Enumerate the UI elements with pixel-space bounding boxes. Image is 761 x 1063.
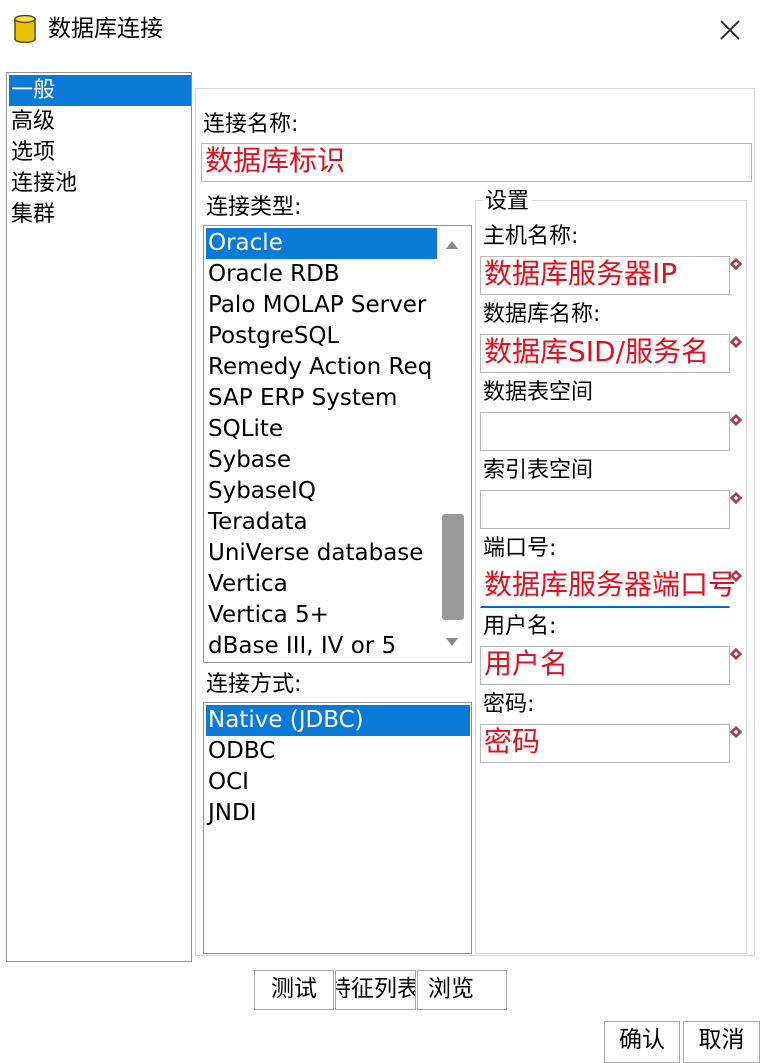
index-tablespace-input[interactable] xyxy=(480,490,730,529)
feature-list-label: 特征列表 xyxy=(336,976,416,1002)
list-item[interactable]: SQLite xyxy=(206,414,437,445)
connection-type-label: 连接类型: xyxy=(206,195,302,220)
required-diamond-icon xyxy=(730,570,742,582)
nav-item-clustering[interactable]: 集群 xyxy=(9,199,191,230)
port-label: 端口号: xyxy=(483,536,557,561)
port-value: 数据库服务器端口号 xyxy=(484,568,737,601)
host-value: 数据库服务器IP xyxy=(484,257,678,290)
scroll-thumb[interactable] xyxy=(442,514,464,620)
nav-item-pooling[interactable]: 连接池 xyxy=(9,168,191,199)
category-nav: 一般 高级 选项 连接池 集群 xyxy=(6,72,192,962)
required-diamond-icon xyxy=(730,336,742,348)
list-item[interactable]: UniVerse database xyxy=(206,538,437,569)
database-name-value: 数据库SID/服务名 xyxy=(484,335,710,368)
scroll-down-arrow-icon[interactable] xyxy=(445,637,459,647)
test-button[interactable]: 测试 xyxy=(254,970,334,1010)
list-item[interactable]: Vertica 5+ xyxy=(206,600,437,631)
required-diamond-icon xyxy=(730,726,742,738)
list-item[interactable]: Remedy Action Req xyxy=(206,352,437,383)
data-tablespace-input[interactable] xyxy=(480,412,730,451)
required-diamond-icon xyxy=(730,492,742,504)
host-input[interactable]: 数据库服务器IP xyxy=(480,256,730,295)
data-tablespace-label: 数据表空间 xyxy=(483,380,594,405)
cancel-button[interactable]: 取消 xyxy=(683,1021,760,1063)
access-method-list[interactable]: Native (JDBC) ODBC OCI JNDI xyxy=(203,702,472,954)
list-item[interactable]: PostgreSQL xyxy=(206,321,437,352)
settings-group-title: 设置 xyxy=(483,188,533,216)
list-item[interactable]: SAP ERP System xyxy=(206,383,437,414)
list-item[interactable]: SybaseIQ xyxy=(206,476,437,507)
list-item[interactable]: Oracle xyxy=(206,228,437,259)
connection-name-label: 连接名称: xyxy=(203,112,299,137)
explore-button[interactable]: 浏览 xyxy=(417,970,507,1010)
database-name-label: 数据库名称: xyxy=(483,302,601,327)
index-tablespace-label: 索引表空间 xyxy=(483,458,594,483)
connection-name-input[interactable]: 数据库标识 xyxy=(201,143,752,182)
password-input[interactable]: 密码 xyxy=(480,724,730,763)
list-item[interactable]: Oracle RDB xyxy=(206,259,437,290)
connection-type-list[interactable]: Oracle Oracle RDB Palo MOLAP Server Post… xyxy=(203,225,472,663)
password-label: 密码: xyxy=(483,692,535,717)
host-label: 主机名称: xyxy=(483,224,579,249)
nav-item-advanced[interactable]: 高级 xyxy=(9,106,191,137)
list-item[interactable]: Palo MOLAP Server xyxy=(206,290,437,321)
username-label: 用户名: xyxy=(483,614,557,639)
password-value: 密码 xyxy=(484,725,541,758)
close-button[interactable] xyxy=(702,10,758,50)
database-icon xyxy=(14,14,36,44)
port-input[interactable]: 数据库服务器端口号 xyxy=(480,568,736,608)
scroll-up-arrow-icon[interactable] xyxy=(445,240,459,250)
required-diamond-icon xyxy=(730,648,742,660)
list-item[interactable]: Sybase xyxy=(206,445,437,476)
required-diamond-icon xyxy=(730,258,742,270)
list-item[interactable]: OCI xyxy=(206,767,470,798)
access-method-label: 连接方式: xyxy=(206,672,302,697)
title-bar: 数据库连接 xyxy=(0,0,761,58)
username-value: 用户名 xyxy=(484,647,569,680)
nav-item-options[interactable]: 选项 xyxy=(9,137,191,168)
connection-name-value: 数据库标识 xyxy=(205,144,346,177)
connection-type-scrollbar[interactable] xyxy=(438,228,467,658)
required-diamond-icon xyxy=(730,414,742,426)
list-item[interactable]: dBase III, IV or 5 xyxy=(206,631,437,662)
username-input[interactable]: 用户名 xyxy=(480,646,730,685)
close-icon xyxy=(720,20,740,40)
list-item[interactable]: JNDI xyxy=(206,798,470,829)
list-item[interactable]: Teradata xyxy=(206,507,437,538)
ok-button[interactable]: 确认 xyxy=(604,1021,680,1063)
nav-item-general[interactable]: 一般 xyxy=(9,75,191,106)
list-item[interactable]: ODBC xyxy=(206,736,470,767)
database-name-input[interactable]: 数据库SID/服务名 xyxy=(480,334,730,373)
window-title: 数据库连接 xyxy=(48,16,163,42)
feature-list-button[interactable]: 特征列表 xyxy=(335,970,416,1010)
list-item[interactable]: Vertica xyxy=(206,569,437,600)
list-item[interactable]: Native (JDBC) xyxy=(206,705,470,736)
